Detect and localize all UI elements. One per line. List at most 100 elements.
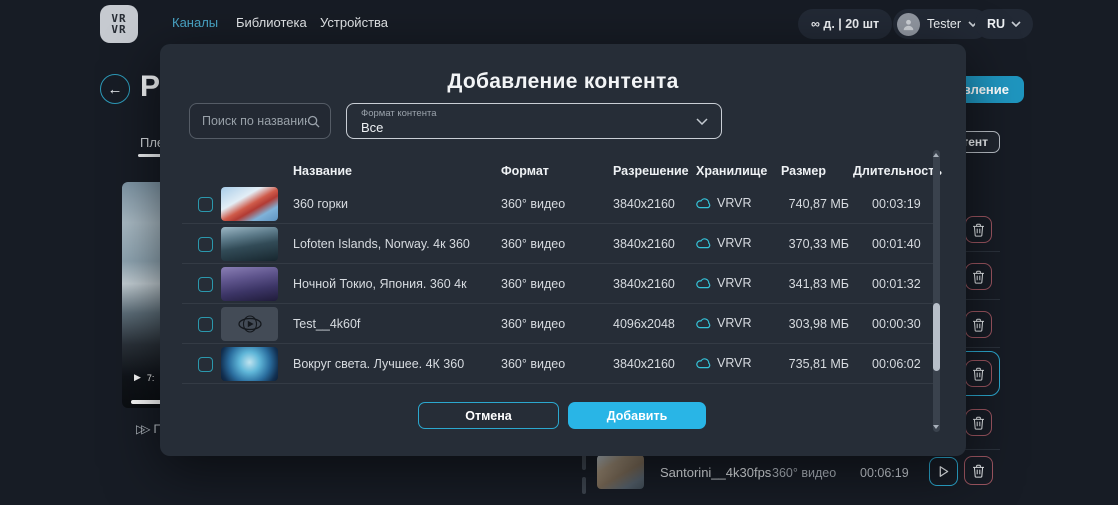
player-controls: ▶ 7: bbox=[134, 372, 154, 383]
scrollbar[interactable] bbox=[933, 150, 940, 432]
nav-item-devices[interactable]: Устройства bbox=[320, 15, 388, 30]
video-format: 360° видео bbox=[501, 317, 565, 331]
arrow-left-icon: ← bbox=[108, 81, 123, 98]
format-select[interactable]: Формат контента Все bbox=[346, 103, 722, 139]
row-checkbox[interactable] bbox=[198, 197, 213, 212]
delete-button[interactable] bbox=[965, 409, 992, 436]
column-header-storage: Хранилище bbox=[696, 164, 767, 178]
video-format: 360° видео bbox=[501, 277, 565, 291]
storage-cell: VRVR bbox=[696, 276, 752, 290]
video-resolution: 3840x2160 bbox=[613, 237, 675, 251]
video-format: 360° видео bbox=[501, 197, 565, 211]
nav-item-library[interactable]: Библиотека bbox=[236, 15, 307, 30]
row-checkbox[interactable] bbox=[198, 277, 213, 292]
video-size: 341,83 МБ bbox=[747, 277, 849, 291]
column-header-size: Размер bbox=[781, 164, 826, 178]
language-selector[interactable]: RU bbox=[975, 9, 1033, 39]
scrollbar-segment[interactable] bbox=[582, 477, 586, 494]
video-size: 740,87 МБ bbox=[747, 197, 849, 211]
video-duration: 00:01:40 bbox=[872, 237, 921, 251]
trash-icon bbox=[972, 415, 985, 430]
video-thumbnail bbox=[597, 455, 644, 489]
select-label: Формат контента bbox=[361, 108, 707, 119]
trash-icon bbox=[972, 366, 985, 381]
video-format: 360° видео bbox=[772, 466, 836, 480]
cloud-icon bbox=[696, 358, 711, 369]
video-size: 303,98 МБ bbox=[747, 317, 849, 331]
cloud-icon bbox=[696, 278, 711, 289]
delete-button[interactable] bbox=[964, 456, 993, 485]
top-nav: VR VR Каналы Библиотека Устройства ∞ д. … bbox=[0, 0, 1118, 48]
language-code: RU bbox=[987, 17, 1005, 31]
scrollbar-thumb[interactable] bbox=[933, 303, 940, 371]
search-input[interactable] bbox=[202, 114, 307, 128]
table-row[interactable]: Ночной Токио, Япония. 360 4к 360° видео … bbox=[182, 264, 938, 304]
trash-icon bbox=[972, 317, 985, 332]
video-format: 360° видео bbox=[501, 357, 565, 371]
video-name: Lofoten Islands, Norway. 4к 360 bbox=[293, 237, 470, 251]
scroll-up-icon[interactable] bbox=[933, 153, 939, 157]
video-thumbnail bbox=[221, 267, 278, 301]
avatar bbox=[897, 13, 920, 36]
play-icon bbox=[938, 465, 949, 478]
video-thumbnail bbox=[221, 347, 278, 381]
cancel-button[interactable]: Отмена bbox=[418, 402, 559, 429]
table-row[interactable]: 360 горки 360° видео 3840x2160 VRVR 740,… bbox=[182, 184, 938, 224]
video-size: 370,33 МБ bbox=[747, 237, 849, 251]
video-name: 360 горки bbox=[293, 197, 348, 211]
cloud-icon bbox=[696, 238, 711, 249]
nav-item-channels[interactable]: Каналы bbox=[172, 15, 218, 30]
trash-icon bbox=[972, 269, 985, 284]
video-format: 360° видео bbox=[501, 237, 565, 251]
trash-icon bbox=[972, 463, 985, 478]
video-thumbnail bbox=[221, 227, 278, 261]
column-header-resolution: Разрешение bbox=[613, 164, 689, 178]
select-value: Все bbox=[361, 120, 707, 135]
person-icon bbox=[902, 18, 915, 31]
delete-button[interactable] bbox=[965, 360, 992, 387]
video-duration: 00:06:19 bbox=[860, 466, 909, 480]
video-name: Test__4k60f bbox=[293, 317, 360, 331]
sphere-video-icon bbox=[237, 314, 263, 334]
fast-forward-icon: ▷▷ bbox=[136, 422, 146, 436]
delete-button[interactable] bbox=[965, 311, 992, 338]
row-checkbox[interactable] bbox=[198, 237, 213, 252]
row-checkbox[interactable] bbox=[198, 317, 213, 332]
video-duration: 00:01:32 bbox=[872, 277, 921, 291]
delete-button[interactable] bbox=[965, 216, 992, 243]
video-name: Santorini__4k30fps bbox=[660, 465, 771, 480]
search-field bbox=[189, 103, 331, 139]
search-icon bbox=[307, 115, 320, 128]
table-row[interactable]: Вокруг света. Лучшее. 4К 360 360° видео … bbox=[182, 344, 938, 384]
column-header-duration: Длительность bbox=[853, 164, 942, 178]
add-content-modal: Добавление контента Формат контента Все … bbox=[160, 44, 966, 456]
app-window: VR VR Каналы Библиотека Устройства ∞ д. … bbox=[0, 0, 1118, 505]
storage-cell: VRVR bbox=[696, 316, 752, 330]
cloud-icon bbox=[696, 318, 711, 329]
video-thumbnail bbox=[221, 187, 278, 221]
delete-button[interactable] bbox=[965, 263, 992, 290]
chevron-down-icon bbox=[696, 118, 708, 125]
page-title: Р bbox=[140, 70, 160, 104]
play-button[interactable] bbox=[929, 457, 958, 486]
scroll-down-icon[interactable] bbox=[933, 425, 939, 429]
logo-text: VR bbox=[111, 24, 126, 35]
app-logo[interactable]: VR VR bbox=[100, 5, 138, 43]
storage-cell: VRVR bbox=[696, 356, 752, 370]
row-checkbox[interactable] bbox=[198, 357, 213, 372]
column-header-format: Формат bbox=[501, 164, 549, 178]
chevron-down-icon bbox=[1011, 21, 1021, 27]
table-row[interactable]: Test__4k60f 360° видео 4096x2048 VRVR 30… bbox=[182, 304, 938, 344]
quota-text: ∞ д. | 20 шт bbox=[811, 17, 879, 31]
table-row[interactable]: Lofoten Islands, Norway. 4к 360 360° вид… bbox=[182, 224, 938, 264]
cloud-icon bbox=[696, 198, 711, 209]
player-time: 7: bbox=[147, 373, 155, 383]
video-duration: 00:03:19 bbox=[872, 197, 921, 211]
video-duration: 00:00:30 bbox=[872, 317, 921, 331]
storage-cell: VRVR bbox=[696, 196, 752, 210]
trash-icon bbox=[972, 222, 985, 237]
play-icon[interactable]: ▶ bbox=[134, 372, 141, 383]
back-button[interactable]: ← bbox=[100, 74, 130, 104]
add-button[interactable]: Добавить bbox=[568, 402, 706, 429]
video-thumbnail bbox=[221, 307, 278, 341]
